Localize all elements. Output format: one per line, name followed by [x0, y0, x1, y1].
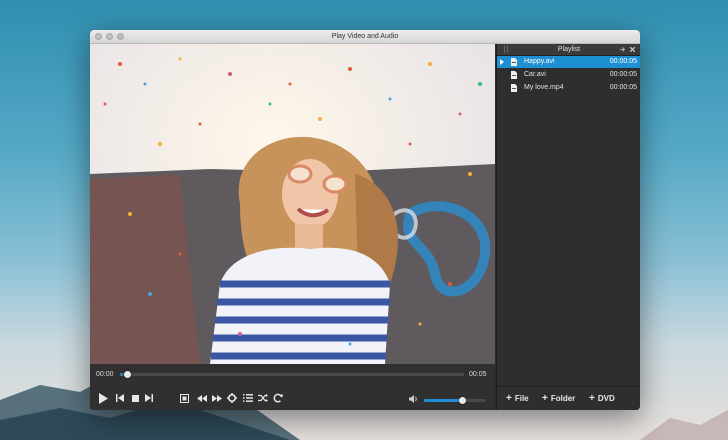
playlist-panel: Playlist Happy.avi 00:00:05 Car.avi 00:0… — [496, 44, 640, 410]
volume-button[interactable] — [408, 394, 418, 403]
fast-forward-icon — [211, 394, 222, 402]
playback-controls: 00:00 00:05 — [90, 364, 495, 410]
playlist-header: Playlist — [497, 44, 640, 56]
title-bar: Play Video and Audio — [90, 30, 640, 44]
video-image — [90, 44, 495, 364]
fast-forward-button[interactable] — [211, 393, 222, 403]
stop-icon — [131, 394, 139, 402]
playing-indicator-icon — [500, 59, 504, 65]
plus-icon: + — [506, 393, 512, 404]
playlist-item[interactable]: Car.avi 00:00:05 — [497, 69, 640, 81]
list-icon — [242, 394, 253, 402]
file-icon — [511, 71, 517, 79]
play-button[interactable] — [96, 391, 110, 405]
settings-button[interactable] — [226, 392, 237, 403]
window-title: Play Video and Audio — [331, 33, 399, 40]
file-icon — [511, 58, 517, 66]
shuffle-icon — [257, 394, 268, 402]
playlist-item[interactable]: Happy.avi 00:00:05 — [497, 56, 640, 68]
file-icon — [511, 84, 517, 92]
pin-icon[interactable] — [620, 47, 626, 52]
next-icon — [145, 394, 153, 402]
seek-bar-fill — [120, 373, 124, 376]
repeat-icon — [273, 393, 283, 403]
volume-knob[interactable] — [458, 397, 466, 404]
playlist-item-duration: 00:00:05 — [609, 84, 637, 91]
previous-button[interactable] — [115, 393, 125, 403]
playlist-item-name: Car.avi — [524, 71, 546, 78]
add-folder-label: Folder — [550, 394, 576, 403]
video-frame[interactable] — [90, 44, 495, 394]
total-time: 00:05 — [469, 371, 487, 378]
playlist-toggle-button[interactable] — [242, 393, 253, 403]
add-file-button[interactable]: + File — [506, 393, 529, 405]
close-icon[interactable] — [630, 47, 635, 52]
volume-slider-fill — [424, 399, 463, 402]
repeat-button[interactable] — [272, 392, 283, 403]
playlist-item-name: Happy.avi — [524, 58, 555, 65]
add-file-label: File — [514, 394, 529, 403]
fullscreen-button[interactable] — [179, 393, 189, 403]
playlist-item[interactable]: My love.mp4 00:00:05 — [497, 82, 640, 94]
stop-button[interactable] — [130, 393, 140, 403]
plus-icon: + — [542, 393, 548, 404]
settings-icon — [226, 392, 237, 403]
playlist-item-name: My love.mp4 — [524, 84, 564, 91]
previous-icon — [116, 394, 124, 402]
playlist-title: Playlist — [557, 46, 581, 53]
rewind-icon — [196, 394, 207, 402]
playlist-footer: + File + Folder + DVD — [497, 386, 640, 410]
seek-bar[interactable] — [120, 371, 464, 378]
add-dvd-label: DVD — [597, 394, 615, 403]
volume-slider[interactable] — [424, 397, 486, 404]
play-icon — [99, 392, 108, 404]
playlist-item-duration: 00:00:05 — [609, 58, 637, 65]
add-folder-button[interactable]: + Folder — [542, 393, 575, 405]
next-button[interactable] — [144, 393, 154, 403]
plus-icon: + — [589, 393, 595, 404]
shuffle-button[interactable] — [257, 393, 268, 403]
seek-knob[interactable] — [123, 371, 131, 378]
volume-icon — [408, 394, 417, 403]
fullscreen-icon — [179, 393, 189, 403]
current-time: 00:00 — [96, 371, 114, 378]
add-dvd-button[interactable]: + DVD — [589, 393, 615, 405]
rewind-button[interactable] — [196, 393, 207, 403]
playlist-item-duration: 00:00:05 — [609, 71, 637, 78]
player-window: Play Video and Audio 00:00 00:05 Playlis… — [90, 30, 640, 410]
